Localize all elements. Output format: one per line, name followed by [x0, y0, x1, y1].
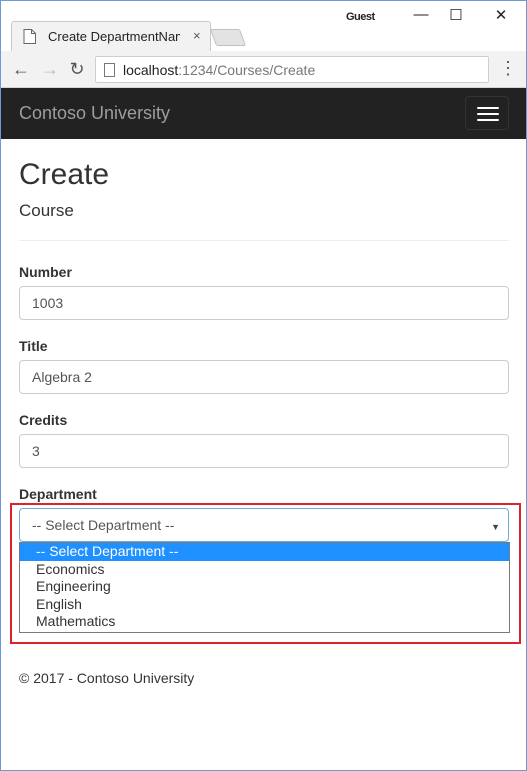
credits-label: Credits	[19, 412, 68, 428]
department-selected-value: -- Select Department --	[32, 517, 175, 533]
department-label: Department	[19, 486, 97, 502]
department-option[interactable]: Mathematics	[20, 613, 509, 631]
maximize-icon[interactable]: ☐	[441, 6, 471, 24]
divider	[19, 240, 509, 241]
site-brand[interactable]: Contoso University	[19, 103, 170, 124]
url-host: localhost	[123, 62, 179, 78]
department-select[interactable]: -- Select Department -- ▼	[19, 508, 509, 542]
footer-text: © 2017 - Contoso University	[19, 670, 195, 686]
site-navbar: Contoso University	[1, 88, 526, 139]
page-title: Create	[19, 158, 110, 191]
new-tab-button[interactable]	[209, 29, 247, 46]
browser-tab[interactable]: Create DepartmentName ×	[11, 21, 211, 51]
department-option[interactable]: Engineering	[20, 578, 509, 596]
browser-menu-icon[interactable]: ⋮	[499, 57, 517, 79]
department-option[interactable]: English	[20, 596, 509, 614]
department-option[interactable]: -- Select Department --	[20, 543, 509, 561]
back-icon[interactable]: ←	[11, 59, 31, 79]
credits-input[interactable]: 3	[19, 434, 509, 468]
dropdown-arrow-icon[interactable]: ▼	[491, 518, 500, 536]
department-dropdown-list[interactable]: -- Select Department -- Economics Engine…	[19, 542, 510, 633]
browser-toolbar: ← → ↻ localhost:1234/Courses/Create ⋮	[1, 51, 526, 88]
number-label: Number	[19, 264, 72, 280]
address-bar[interactable]: localhost:1234/Courses/Create	[95, 56, 489, 83]
page-icon	[23, 29, 36, 44]
title-input[interactable]: Algebra 2	[19, 360, 509, 394]
url-text: localhost:1234/Courses/Create	[123, 62, 315, 78]
close-window-icon[interactable]: ✕	[486, 6, 516, 24]
forward-icon[interactable]: →	[40, 59, 60, 79]
minimize-icon[interactable]: —	[406, 6, 436, 23]
profile-label[interactable]: Guest	[346, 11, 375, 23]
page-subtitle: Course	[19, 201, 74, 220]
reload-icon[interactable]: ↻	[67, 59, 87, 79]
title-label: Title	[19, 338, 48, 354]
browser-window: Create DepartmentName × Guest — ☐ ✕ ← → …	[0, 0, 527, 771]
number-input[interactable]: 1003	[19, 286, 509, 320]
page-info-icon[interactable]	[104, 63, 115, 77]
department-option[interactable]: Economics	[20, 561, 509, 579]
title-bar: Create DepartmentName × Guest — ☐ ✕	[1, 1, 526, 51]
hamburger-menu-icon[interactable]	[465, 96, 509, 130]
url-path: :1234/Courses/Create	[178, 62, 316, 78]
tab-close-icon[interactable]: ×	[193, 28, 201, 43]
tab-title: Create DepartmentName	[48, 29, 180, 44]
